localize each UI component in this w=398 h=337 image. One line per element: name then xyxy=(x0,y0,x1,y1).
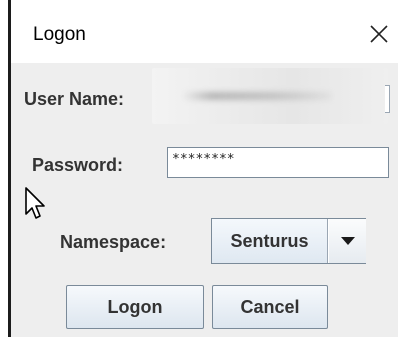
close-button[interactable] xyxy=(357,14,398,54)
mouse-pointer-icon xyxy=(25,187,45,219)
password-label: Password: xyxy=(32,155,124,175)
password-input[interactable]: ******** xyxy=(167,147,389,178)
cancel-button[interactable]: Cancel xyxy=(212,285,328,329)
namespace-dropdown-button[interactable] xyxy=(329,219,366,263)
namespace-label: Namespace: xyxy=(60,232,167,252)
title-bar: Logon xyxy=(11,0,398,63)
window-title: Logon xyxy=(33,24,86,45)
redacted-text xyxy=(182,92,332,100)
username-input[interactable] xyxy=(385,85,390,113)
close-icon xyxy=(370,25,388,43)
namespace-select[interactable]: Senturus xyxy=(211,218,366,264)
logon-button[interactable]: Logon xyxy=(66,285,204,329)
username-label: User Name: xyxy=(24,89,125,109)
logon-dialog: Logon User Name: Password: ******** Name… xyxy=(0,0,398,337)
dropdown-arrow-icon xyxy=(340,237,355,245)
namespace-selected-value: Senturus xyxy=(212,219,328,263)
